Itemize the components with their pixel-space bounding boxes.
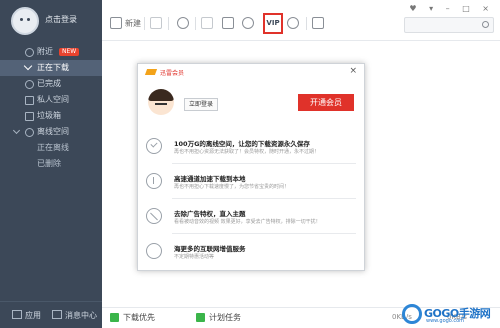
priority-label: 下载优先 xyxy=(123,313,155,322)
new-badge: NEW xyxy=(59,47,80,56)
benefit-item: 高速通道加速下载到本地 再也不用担心下载速度慢了，为您节省宝贵的时间！ xyxy=(138,165,364,199)
pause-icon[interactable] xyxy=(177,17,189,29)
sidebar-item-trash[interactable]: 垃圾箱 xyxy=(0,108,102,124)
lock-icon xyxy=(25,96,34,105)
vip-button[interactable]: VIP xyxy=(263,13,283,34)
login-button[interactable]: 立即登录 xyxy=(184,98,219,111)
search-box[interactable] xyxy=(404,17,494,33)
check-icon xyxy=(25,80,34,89)
benefit-item: 100万G的离线空间，让您的下载资源永久保存 再也不用担心资源无法获取了！会员特… xyxy=(138,130,364,164)
priority-icon xyxy=(110,313,119,322)
toolbar-divider xyxy=(306,17,307,30)
close-icon[interactable]: × xyxy=(349,66,357,76)
toolbar-divider xyxy=(195,17,196,30)
download-priority-button[interactable]: 下载优先 xyxy=(110,312,155,324)
divider xyxy=(172,198,356,199)
play-icon[interactable] xyxy=(150,17,162,29)
sidebar-item-offlining[interactable]: 正在离线 xyxy=(0,140,102,156)
sidebar-item-label: 附近 xyxy=(37,47,53,56)
sidebar-item-label: 私人空间 xyxy=(37,95,69,104)
sidebar-item-label: 正在离线 xyxy=(37,143,69,152)
dialog-user-section: 立即登录 开通会员 xyxy=(138,81,364,133)
search-icon[interactable] xyxy=(482,21,489,28)
sidebar-nav: 附近 NEW 正在下载 已完成 私人空间 垃圾箱 离线空间 正在离线 已删除 xyxy=(0,44,102,172)
sidebar-item-label: 垃圾箱 xyxy=(37,111,61,120)
toolbar: ♥ ▾ – □ × 新建 VIP xyxy=(102,0,500,41)
benefit-title: 去除广告特权，直入主题 xyxy=(174,210,246,218)
delete-icon[interactable] xyxy=(201,17,213,29)
user-avatar xyxy=(148,89,174,115)
sidebar-item-label: 离线空间 xyxy=(37,127,69,136)
yen-icon xyxy=(146,243,162,259)
apps-label: 应用 xyxy=(25,311,41,320)
benefit-subtitle: 再也不用担心下载速度慢了，为您节省宝贵的时间！ xyxy=(174,184,290,190)
sidebar: 点击登录 附近 NEW 正在下载 已完成 私人空间 垃圾箱 离线空间 正在离线 … xyxy=(0,0,102,328)
download-icon xyxy=(23,61,33,71)
divider xyxy=(172,163,356,164)
cloud-icon xyxy=(25,128,34,137)
watermark-logo: GOGO手游网 www.gogo.com xyxy=(402,300,498,326)
thunder-logo xyxy=(144,69,158,75)
messages-label: 消息中心 xyxy=(65,311,97,320)
gift-icon[interactable] xyxy=(287,17,299,29)
watermark-ring-icon xyxy=(402,304,422,324)
open-vip-button[interactable]: 开通会员 xyxy=(298,94,354,111)
apps-icon xyxy=(12,310,22,319)
dialog-title: 迅雷会员 xyxy=(160,70,185,77)
chevron-down-icon[interactable] xyxy=(12,126,21,135)
benefit-item: 海更多的互联网增值服务 不定期特惠活动等 xyxy=(138,235,364,269)
location-icon xyxy=(25,48,34,57)
benefit-subtitle: 看看被动音效的视频 效果更好，享受去广告特权，排除一切干扰！ xyxy=(174,219,321,225)
sidebar-item-nearby[interactable]: 附近 NEW xyxy=(0,44,102,60)
app-window: 点击登录 附近 NEW 正在下载 已完成 私人空间 垃圾箱 离线空间 正在离线 … xyxy=(0,0,500,328)
download-circle-icon xyxy=(146,173,162,189)
sidebar-item-completed[interactable]: 已完成 xyxy=(0,76,102,92)
check-circle-icon xyxy=(146,138,162,154)
dialog-header: 迅雷会员 × xyxy=(138,64,364,81)
benefit-subtitle: 不定期特惠活动等 xyxy=(174,254,215,260)
divider xyxy=(172,233,356,234)
scheduled-task-button[interactable]: 计划任务 xyxy=(196,312,241,324)
search-input[interactable] xyxy=(408,19,478,30)
vip-dialog: 迅雷会员 × 立即登录 开通会员 100万G的离线空间，让您的下载资源永久保存 … xyxy=(137,63,365,271)
benefit-item: 去除广告特权，直入主题 看看被动音效的视频 效果更好，享受去广告特权，排除一切干… xyxy=(138,200,364,234)
rocket-icon[interactable] xyxy=(312,17,324,29)
toolbar-divider xyxy=(144,17,145,30)
sidebar-item-label: 正在下载 xyxy=(37,63,69,72)
apps-button[interactable]: 应用 xyxy=(12,310,41,321)
benefit-title: 海更多的互联网增值服务 xyxy=(174,245,246,253)
sidebar-item-downloading[interactable]: 正在下载 xyxy=(0,60,102,76)
sidebar-item-offline[interactable]: 离线空间 xyxy=(0,124,102,140)
messages-button[interactable]: 消息中心 xyxy=(52,310,97,321)
message-icon xyxy=(52,310,62,319)
ban-icon xyxy=(146,208,162,224)
window-controls[interactable]: ♥ ▾ – □ × xyxy=(409,4,494,13)
folder-icon[interactable] xyxy=(222,17,234,29)
watermark-sub: www.gogo.com xyxy=(426,318,465,324)
profile-area[interactable]: 点击登录 xyxy=(0,0,102,40)
sidebar-item-label: 已完成 xyxy=(37,79,61,88)
benefit-title: 100万G的离线空间，让您的下载资源永久保存 xyxy=(174,140,310,148)
benefit-title: 高速通道加速下载到本地 xyxy=(174,175,246,183)
sidebar-item-label: 已删除 xyxy=(37,159,61,168)
toolbar-divider xyxy=(168,17,169,30)
sidebar-item-deleted[interactable]: 已删除 xyxy=(0,156,102,172)
trash-icon xyxy=(25,112,34,121)
benefit-subtitle: 再也不用担心资源无法获取了！会员特权，随时开通，永不过期！ xyxy=(174,149,320,155)
login-link[interactable]: 点击登录 xyxy=(45,14,77,25)
settings-icon[interactable] xyxy=(242,17,254,29)
new-icon[interactable] xyxy=(110,17,122,29)
avatar[interactable] xyxy=(11,7,39,35)
sidebar-footer: 应用 消息中心 xyxy=(0,301,102,328)
new-button[interactable]: 新建 xyxy=(125,16,141,32)
sidebar-item-private[interactable]: 私人空间 xyxy=(0,92,102,108)
schedule-label: 计划任务 xyxy=(209,313,241,322)
schedule-icon xyxy=(196,313,205,322)
